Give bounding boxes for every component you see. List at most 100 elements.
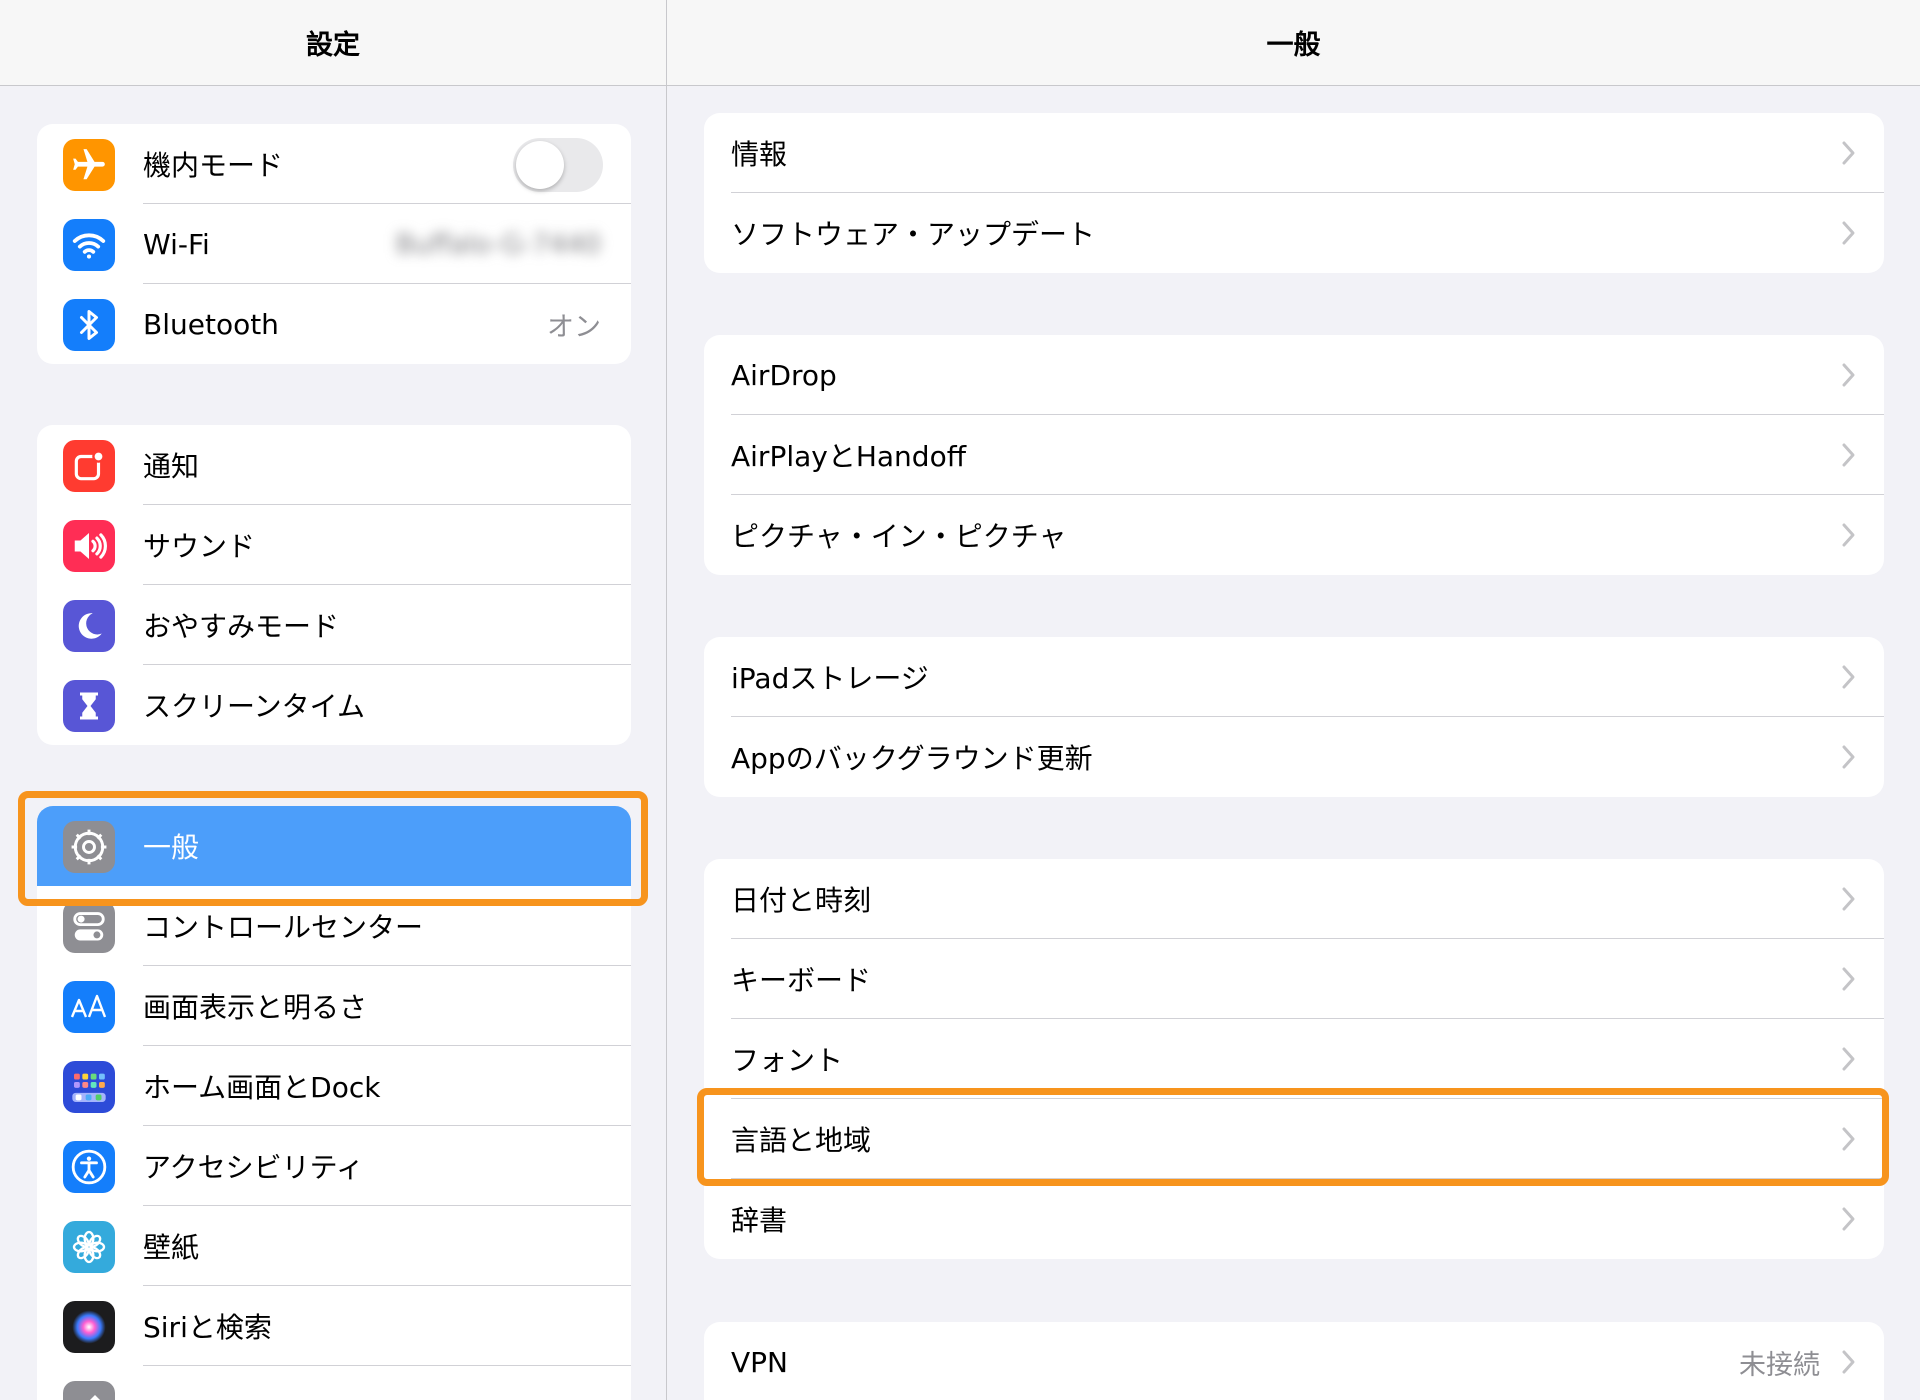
row-label: 辞書	[731, 1204, 788, 1237]
sidebar-title: 設定	[306, 30, 360, 61]
moon-icon	[63, 600, 115, 652]
general-group-storage: iPadストレージ Appのバックグラウンド更新	[704, 637, 1884, 797]
sidebar-item-label: 一般	[143, 831, 200, 864]
row-label: フォント	[731, 1044, 844, 1077]
sidebar-item-bluetooth[interactable]: Bluetooth オン	[37, 284, 631, 364]
sidebar-item-control-center[interactable]: コントロールセンター	[37, 886, 631, 966]
vpn-status-value: 未接続	[1739, 1349, 1820, 1381]
chevron-right-icon	[1842, 1207, 1855, 1231]
sidebar-item-label: 画面表示と明るさ	[143, 991, 368, 1024]
sidebar-item-label: コントロールセンター	[143, 911, 424, 944]
row-label: VPN	[731, 1345, 788, 1379]
gear-icon	[63, 821, 115, 873]
row-label: キーボード	[731, 964, 872, 997]
sidebar-item-label: スクリーンタイム	[143, 690, 366, 723]
sidebar-group-notifications: 通知 サウンド おやすみモード スクリーンタイム	[37, 425, 631, 745]
sidebar-item-general[interactable]: 一般	[37, 806, 631, 886]
row-ipad-storage[interactable]: iPadストレージ	[704, 637, 1884, 717]
sidebar-item-label: ホーム画面とDock	[143, 1071, 381, 1104]
chevron-right-icon	[1842, 523, 1855, 547]
row-keyboard[interactable]: キーボード	[704, 939, 1884, 1019]
chevron-right-icon	[1842, 967, 1855, 991]
toggle-knob	[516, 141, 564, 189]
row-language-region[interactable]: 言語と地域	[704, 1099, 1884, 1179]
sidebar-item-display-brightness[interactable]: 画面表示と明るさ	[37, 966, 631, 1046]
sidebar-item-home-screen-dock[interactable]: ホーム画面とDock	[37, 1046, 631, 1126]
sidebar-item-label: アクセシビリティ	[143, 1151, 364, 1184]
row-dictionary[interactable]: 辞書	[704, 1179, 1884, 1259]
airplane-icon	[63, 139, 115, 191]
text-size-icon	[63, 981, 115, 1033]
row-airdrop[interactable]: AirDrop	[704, 335, 1884, 415]
sidebar-item-airplane-mode[interactable]: 機内モード	[37, 124, 631, 204]
row-fonts[interactable]: フォント	[704, 1019, 1884, 1099]
general-group-info: 情報 ソフトウェア・アップデート	[704, 113, 1884, 273]
flower-icon	[63, 1221, 115, 1273]
general-group-sharing: AirDrop AirPlayとHandoff ピクチャ・イン・ピクチャ	[704, 335, 1884, 575]
row-label: 言語と地域	[731, 1124, 872, 1157]
sidebar-item-apple-pencil[interactable]	[37, 1366, 631, 1400]
sidebar-item-sounds[interactable]: サウンド	[37, 505, 631, 585]
sidebar-item-wifi[interactable]: Wi-Fi Buffalo-G-7440	[37, 204, 631, 284]
sidebar-group-system: 一般 コントロールセンター 画面表示と明るさ ホーム画面とDock アクセシビリ…	[37, 806, 631, 1400]
pencil-icon	[63, 1381, 115, 1400]
row-label: ピクチャ・イン・ピクチャ	[731, 520, 1067, 553]
sidebar-item-wallpaper[interactable]: 壁紙	[37, 1206, 631, 1286]
accessibility-icon	[63, 1141, 115, 1193]
row-picture-in-picture[interactable]: ピクチャ・イン・ピクチャ	[704, 495, 1884, 575]
bluetooth-icon	[63, 299, 115, 351]
wifi-icon	[63, 219, 115, 271]
sidebar-item-accessibility[interactable]: アクセシビリティ	[37, 1126, 631, 1206]
row-label: AirDrop	[731, 358, 837, 392]
chevron-right-icon	[1842, 1350, 1855, 1374]
row-date-time[interactable]: 日付と時刻	[704, 859, 1884, 939]
sidebar-item-label: Siriと検索	[143, 1311, 272, 1344]
sidebar-header: 設定	[0, 0, 666, 86]
row-vpn[interactable]: VPN 未接続	[704, 1322, 1884, 1400]
sidebar-item-label: 壁紙	[143, 1231, 200, 1264]
row-label: 情報	[731, 138, 788, 171]
sidebar-item-screen-time[interactable]: スクリーンタイム	[37, 665, 631, 745]
chevron-right-icon	[1842, 221, 1855, 245]
detail-title: 一般	[1266, 30, 1321, 61]
sidebar-item-label: サウンド	[143, 530, 256, 563]
siri-icon	[63, 1301, 115, 1353]
notifications-icon	[63, 440, 115, 492]
chevron-right-icon	[1842, 887, 1855, 911]
chevron-right-icon	[1842, 443, 1855, 467]
airplane-mode-toggle[interactable]	[513, 138, 603, 192]
sidebar-item-notifications[interactable]: 通知	[37, 425, 631, 505]
speaker-icon	[63, 520, 115, 572]
row-background-app-refresh[interactable]: Appのバックグラウンド更新	[704, 717, 1884, 797]
chevron-right-icon	[1842, 363, 1855, 387]
wifi-network-value: Buffalo-G-7440	[395, 228, 601, 260]
chevron-right-icon	[1842, 141, 1855, 165]
hourglass-icon	[63, 680, 115, 732]
row-label: iPadストレージ	[731, 662, 929, 695]
detail-header: 一般	[667, 0, 1920, 86]
sidebar-item-label: Bluetooth	[143, 307, 279, 341]
row-software-update[interactable]: ソフトウェア・アップデート	[704, 193, 1884, 273]
sidebar-item-siri-search[interactable]: Siriと検索	[37, 1286, 631, 1366]
row-label: ソフトウェア・アップデート	[731, 218, 1096, 251]
switches-icon	[63, 901, 115, 953]
row-label: Appのバックグラウンド更新	[731, 742, 1093, 775]
sidebar-group-connectivity: 機内モード Wi-Fi Buffalo-G-7440 Bluetooth オン	[37, 124, 631, 364]
app-grid-icon	[63, 1061, 115, 1113]
chevron-right-icon	[1842, 665, 1855, 689]
sidebar-item-label: Wi-Fi	[143, 227, 210, 261]
bluetooth-status-value: オン	[547, 311, 601, 343]
sidebar-item-label: 機内モード	[143, 149, 284, 182]
chevron-right-icon	[1842, 1127, 1855, 1151]
sidebar-item-do-not-disturb[interactable]: おやすみモード	[37, 585, 631, 665]
row-label: AirPlayとHandoff	[731, 440, 966, 473]
row-label: 日付と時刻	[731, 884, 872, 917]
pane-divider	[666, 0, 667, 1400]
row-airplay-handoff[interactable]: AirPlayとHandoff	[704, 415, 1884, 495]
chevron-right-icon	[1842, 745, 1855, 769]
sidebar-item-label: おやすみモード	[143, 610, 340, 643]
sidebar-item-label: 通知	[143, 450, 200, 483]
row-about[interactable]: 情報	[704, 113, 1884, 193]
general-group-vpn: VPN 未接続	[704, 1322, 1884, 1400]
general-group-locale: 日付と時刻 キーボード フォント 言語と地域 辞書	[704, 859, 1884, 1259]
